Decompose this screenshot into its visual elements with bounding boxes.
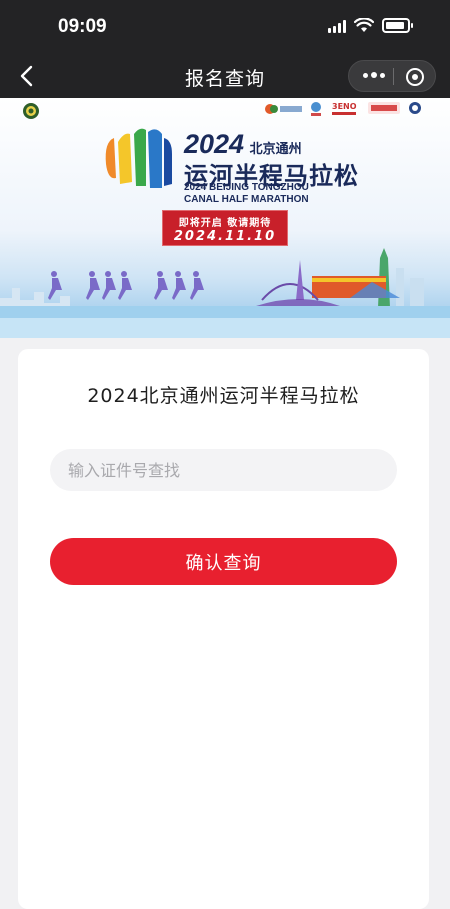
mini-program-capsule (348, 60, 436, 92)
wifi-icon (354, 18, 374, 32)
sponsor-brand: 3ENO (332, 102, 357, 111)
id-number-input[interactable] (50, 449, 397, 491)
more-icon[interactable] (363, 72, 385, 78)
status-icons (328, 18, 413, 33)
banner-city: 北京通州 (249, 142, 302, 157)
capsule-divider (393, 68, 394, 85)
battery-icon (382, 18, 413, 33)
status-bar: 09:09 (0, 0, 450, 55)
event-logo-icon (105, 128, 172, 188)
sponsor-logo-icon (265, 104, 302, 114)
banner-date-tag: 即将开启 敬请期待 2024.11.10 (162, 210, 288, 246)
banner-subtitle-en-line1: 2024 BEIJING TONGZHOU (184, 182, 309, 193)
banner-subtitle-en: 2024 BEIJING TONGZHOU CANAL HALF MARATHO… (184, 182, 354, 206)
emblem-icon (23, 103, 39, 119)
query-card: 2024北京通州运河半程马拉松 确认查询 (18, 349, 429, 909)
sponsor-logo-icon (409, 102, 421, 114)
close-target-icon[interactable] (406, 68, 424, 86)
banner-subtitle-en-line2: CANAL HALF MARATHON (184, 194, 309, 205)
status-time: 09:09 (58, 16, 107, 37)
sponsor-logo-icon (311, 102, 321, 116)
sponsor-logo-icon (368, 102, 400, 114)
runners-illustration (48, 271, 204, 300)
event-title: 2024北京通州运河半程马拉松 (87, 385, 360, 407)
confirm-query-button[interactable]: 确认查询 (50, 538, 397, 585)
signal-icon (328, 19, 346, 33)
banner-year: 2024 (184, 129, 245, 159)
event-banner: 3ENO 2024 北京通州 运河半程马拉松 2024 BEIJING TONG… (0, 98, 450, 338)
banner-tag-date: 2024.11.10 (173, 229, 277, 244)
nav-bar: 报名查询 (0, 55, 450, 98)
banner-tag-text: 即将开启 敬请期待 (178, 218, 272, 229)
